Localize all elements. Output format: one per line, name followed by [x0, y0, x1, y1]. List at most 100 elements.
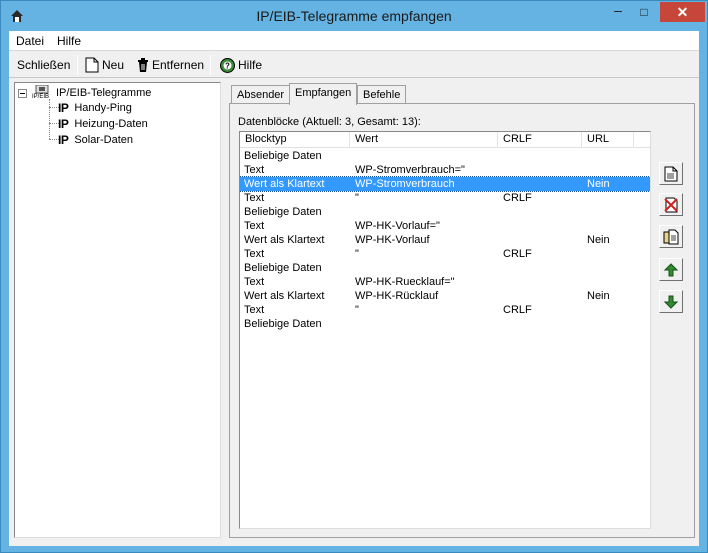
- window-title: IP/EIB-Telegramme empfangen: [256, 8, 452, 24]
- close-toolbar-label: Schließen: [17, 58, 71, 72]
- tree-item-solar-daten[interactable]: IP Solar-Daten: [58, 132, 133, 148]
- list-header: Blocktyp Wert CRLF URL: [240, 132, 650, 148]
- table-row[interactable]: Text " CRLF: [240, 191, 650, 205]
- remove-button[interactable]: Entfernen: [137, 56, 204, 74]
- cell-blocktyp: Text: [244, 304, 265, 316]
- minimize-button[interactable]: –: [605, 2, 631, 22]
- column-header-blocktyp[interactable]: Blocktyp: [240, 132, 350, 148]
- collapse-icon[interactable]: [18, 88, 27, 98]
- tree-item-label: Handy-Ping: [74, 102, 132, 114]
- toolbar-separator: [210, 55, 211, 75]
- tree-connector: [49, 99, 50, 139]
- cell-wert: ": [355, 192, 359, 204]
- cell-crlf: CRLF: [503, 192, 532, 204]
- delete-block-button[interactable]: [659, 193, 683, 216]
- menu-datei[interactable]: Datei: [16, 34, 44, 48]
- new-button[interactable]: Neu: [85, 56, 124, 74]
- menu-hilfe[interactable]: Hilfe: [57, 34, 81, 48]
- table-row[interactable]: Text " CRLF: [240, 303, 650, 317]
- remove-button-label: Entfernen: [152, 58, 205, 72]
- cell-wert: WP-HK-Ruecklauf=": [355, 276, 455, 288]
- titlebar[interactable]: IP/EIB-Telegramme empfangen – □ ✕: [1, 1, 707, 31]
- arrow-up-icon: [664, 262, 678, 276]
- cell-blocktyp: Wert als Klartext: [244, 178, 325, 190]
- copy-icon: [663, 229, 679, 244]
- ip-icon: IP: [58, 101, 69, 115]
- ip-eib-icon-caption: IP/EIB: [32, 94, 50, 100]
- tab-empfangen[interactable]: Empfangen: [289, 83, 358, 105]
- cell-wert: WP-HK-Vorlauf=": [355, 220, 440, 232]
- cell-wert: WP-HK-Rücklauf: [355, 290, 439, 302]
- client-area: Datei Hilfe Schließen Neu Entfernen ? Hi…: [9, 31, 699, 546]
- table-row[interactable]: Beliebige Daten: [240, 317, 650, 331]
- table-row[interactable]: Wert als Klartext WP-Stromverbrauch Nein: [240, 176, 650, 192]
- data-blocks-list[interactable]: Blocktyp Wert CRLF URL Beliebige Daten Te…: [239, 131, 651, 529]
- tree-root[interactable]: IP/EIB IP/EIB-Telegramme: [18, 84, 152, 101]
- tree-item-label: Heizung-Daten: [74, 118, 148, 130]
- cell-wert: ": [355, 304, 359, 316]
- cell-blocktyp: Text: [244, 164, 265, 176]
- close-button[interactable]: ✕: [660, 2, 705, 22]
- table-row[interactable]: Text WP-HK-Vorlauf=": [240, 219, 650, 233]
- list-rows: Beliebige Daten Text WP-Stromverbrauch=" We…: [240, 149, 650, 331]
- help-button[interactable]: ? Hilfe: [220, 56, 262, 74]
- tree-item-label: Solar-Daten: [74, 134, 134, 146]
- new-document-icon: [85, 57, 99, 73]
- cell-crlf: CRLF: [503, 304, 532, 316]
- table-row[interactable]: Text " CRLF: [240, 247, 650, 261]
- table-row[interactable]: Text WP-HK-Ruecklauf=": [240, 275, 650, 289]
- column-header-wert[interactable]: Wert: [350, 132, 498, 148]
- tree-item-handy-ping[interactable]: IP Handy-Ping: [58, 100, 132, 116]
- tree-root-label: IP/EIB-Telegramme: [56, 87, 152, 99]
- new-document-icon: [664, 166, 678, 181]
- cell-blocktyp: Beliebige Daten: [244, 318, 322, 330]
- cell-wert: WP-Stromverbrauch=": [355, 164, 465, 176]
- move-up-button[interactable]: [659, 258, 683, 281]
- arrow-down-icon: [664, 295, 678, 309]
- svg-text:?: ?: [225, 61, 230, 70]
- maximize-button[interactable]: □: [631, 2, 657, 22]
- table-row[interactable]: Wert als Klartext WP-HK-Rücklauf Nein: [240, 289, 650, 303]
- cell-blocktyp: Wert als Klartext: [244, 234, 325, 246]
- new-button-label: Neu: [102, 58, 125, 72]
- help-button-label: Hilfe: [238, 58, 263, 72]
- table-row[interactable]: Text WP-Stromverbrauch=": [240, 163, 650, 177]
- tab-absender[interactable]: Absender: [231, 85, 291, 104]
- column-header-crlf[interactable]: CRLF: [498, 132, 582, 148]
- column-header-url[interactable]: URL: [582, 132, 634, 148]
- splitter[interactable]: [221, 82, 227, 538]
- delete-icon: [664, 197, 678, 212]
- toolbar-separator: [77, 55, 78, 75]
- ip-icon: IP: [58, 133, 69, 147]
- cell-url: Nein: [587, 290, 610, 302]
- move-down-button[interactable]: [659, 290, 683, 313]
- cell-blocktyp: Text: [244, 220, 265, 232]
- cell-crlf: CRLF: [503, 248, 532, 260]
- cell-blocktyp: Wert als Klartext: [244, 290, 325, 302]
- main-window: IP/EIB-Telegramme empfangen – □ ✕ Datei …: [0, 0, 708, 553]
- copy-block-button[interactable]: [659, 225, 683, 248]
- blocks-label: Datenblöcke (Aktuell: 3, Gesamt: 13):: [238, 116, 421, 128]
- tree-item-heizung-daten[interactable]: IP Heizung-Daten: [58, 116, 148, 132]
- table-row[interactable]: Beliebige Daten: [240, 149, 650, 163]
- trash-icon: [138, 58, 148, 72]
- cell-blocktyp: Beliebige Daten: [244, 150, 322, 162]
- close-toolbar-button[interactable]: Schließen: [17, 56, 70, 74]
- new-block-button[interactable]: [659, 162, 683, 185]
- cell-blocktyp: Text: [244, 276, 265, 288]
- help-icon: ?: [220, 57, 235, 73]
- cell-url: Nein: [587, 178, 610, 190]
- cell-blocktyp: Beliebige Daten: [244, 262, 322, 274]
- cell-wert: WP-Stromverbrauch: [355, 178, 455, 190]
- table-row[interactable]: Beliebige Daten: [240, 205, 650, 219]
- menubar: Datei Hilfe: [9, 31, 699, 51]
- cell-blocktyp: Beliebige Daten: [244, 206, 322, 218]
- table-row[interactable]: Beliebige Daten: [240, 261, 650, 275]
- cell-blocktyp: Text: [244, 192, 265, 204]
- cell-blocktyp: Text: [244, 248, 265, 260]
- toolbar: Schließen Neu Entfernen ? Hilfe: [9, 52, 699, 78]
- tab-befehle[interactable]: Befehle: [357, 85, 407, 104]
- telegram-tree[interactable]: IP/EIB IP/EIB-Telegramme IP Handy-Ping I…: [14, 82, 221, 538]
- cell-wert: ": [355, 248, 359, 260]
- table-row[interactable]: Wert als Klartext WP-HK-Vorlauf Nein: [240, 233, 650, 247]
